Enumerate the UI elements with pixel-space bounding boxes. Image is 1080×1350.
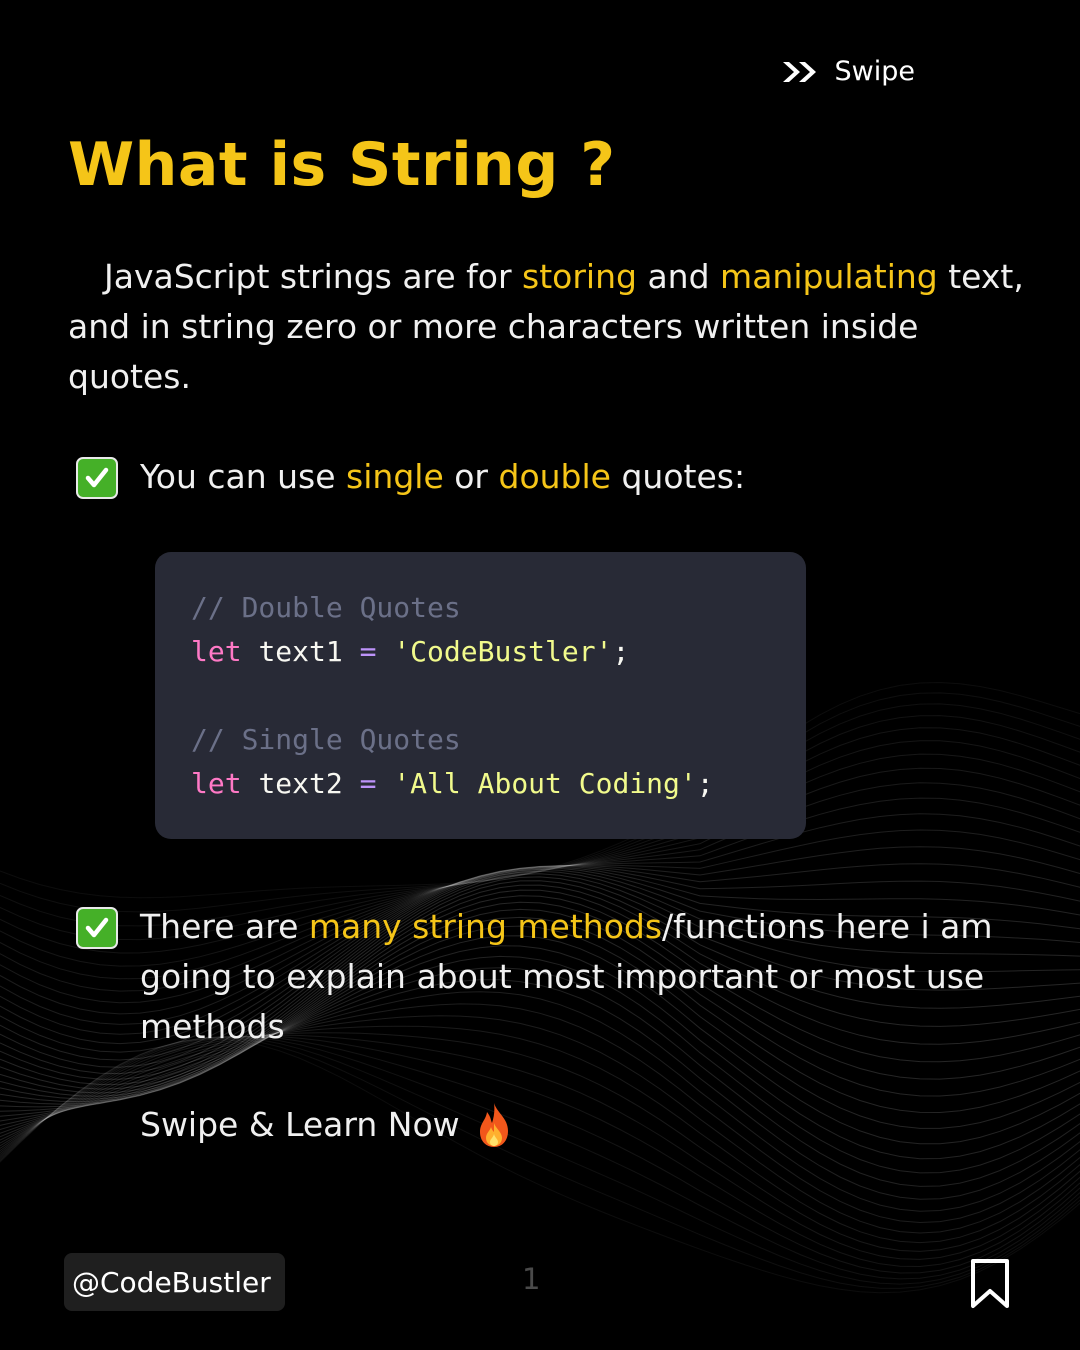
code-comment: // Single Quotes <box>191 723 461 756</box>
handle-text: @CodeBustler <box>72 1265 271 1299</box>
code-string: 'CodeBustler' <box>393 635 613 668</box>
page-number: 1 <box>522 1262 541 1296</box>
highlight-single: single <box>346 457 444 496</box>
code-variable: text1 <box>258 635 343 668</box>
highlight-string-methods: many string methods <box>308 907 663 946</box>
bullet-text-part: You can use <box>140 457 347 496</box>
intro-text: and <box>636 257 721 296</box>
call-to-action: Swipe & Learn Now <box>140 1100 514 1150</box>
code-semicolon: ; <box>612 635 630 668</box>
code-variable: text2 <box>258 767 343 800</box>
cta-text: Swipe & Learn Now <box>140 1105 460 1144</box>
code-operator: = <box>359 767 377 800</box>
bullet-text: You can use single or double quotes: <box>140 452 1030 502</box>
code-keyword: let <box>191 635 242 668</box>
intro-paragraph: JavaScript strings are for storing and m… <box>68 252 1028 402</box>
swipe-label: Swipe <box>834 56 915 87</box>
bullet-text: There are many string methods/functions … <box>140 902 1030 1052</box>
intro-highlight-storing: storing <box>522 257 637 296</box>
code-comment: // Double Quotes <box>191 591 461 624</box>
check-mark-icon <box>76 457 118 499</box>
code-keyword: let <box>191 767 242 800</box>
bullet-text-part: quotes: <box>610 457 746 496</box>
highlight-double: double <box>498 457 611 496</box>
code-block: // Double Quotes let text1 = 'CodeBustle… <box>155 552 806 839</box>
intro-text: JavaScript strings are for <box>104 257 523 296</box>
bullet-point-methods: There are many string methods/functions … <box>76 902 1036 1052</box>
double-chevron-right-icon <box>782 61 816 82</box>
account-handle[interactable]: @CodeBustler <box>64 1253 285 1311</box>
code-string: 'All About Coding' <box>393 767 697 800</box>
check-mark-icon <box>76 907 118 949</box>
code-semicolon: ; <box>696 767 714 800</box>
bullet-text-part: or <box>443 457 499 496</box>
page-title: What is String ? <box>68 130 616 200</box>
code-line: let text2 = 'All About Coding'; <box>191 762 806 806</box>
code-operator: = <box>359 635 377 668</box>
bullet-text-part: There are <box>140 907 309 946</box>
bullet-point-quotes: You can use single or double quotes: <box>76 452 1036 502</box>
intro-highlight-manipulating: manipulating <box>720 257 938 296</box>
code-line: let text1 = 'CodeBustler'; <box>191 630 806 674</box>
bookmark-icon[interactable] <box>968 1258 1012 1310</box>
swipe-indicator[interactable]: Swipe <box>781 56 915 87</box>
fire-icon <box>479 1103 508 1147</box>
